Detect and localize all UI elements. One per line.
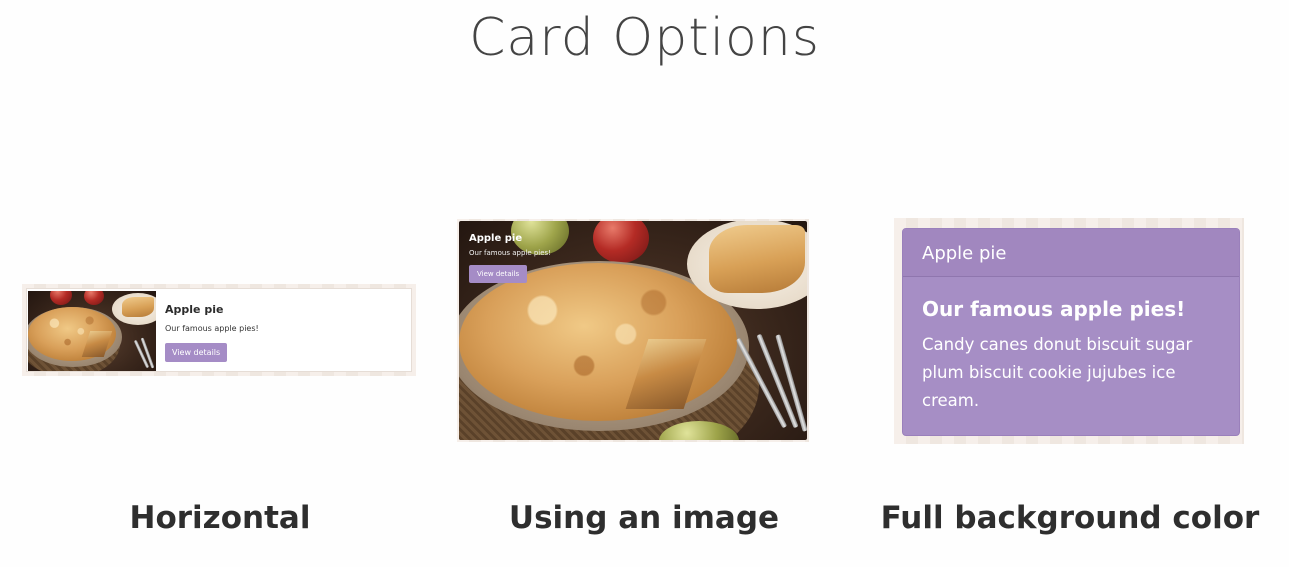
caption-full-background-color: Full background color	[880, 500, 1260, 536]
caption-using-image: Using an image	[508, 500, 780, 536]
card-text: Our famous apple pies!	[165, 324, 259, 333]
horizontal-card-body: Apple pie Our famous apple pies! View de…	[165, 303, 259, 362]
image-card-overlay: Apple pie Our famous apple pies! View de…	[469, 233, 551, 283]
caption-horizontal: Horizontal	[129, 500, 311, 536]
apple-pie-image	[28, 291, 156, 371]
card-paragraph: Candy canes donut biscuit sugar plum bis…	[922, 335, 1193, 410]
view-details-button[interactable]: View details	[165, 343, 228, 362]
card-heading: Our famous apple pies!	[922, 297, 1186, 321]
card-header: Apple pie	[903, 229, 1239, 277]
horizontal-demo-backdrop: Apple pie Our famous apple pies! View de…	[22, 284, 416, 376]
page-title: Card Options	[469, 8, 820, 68]
card-title: Apple pie	[165, 303, 224, 316]
view-details-button[interactable]: View details	[469, 265, 528, 283]
card-text: Our famous apple pies!	[469, 249, 552, 257]
color-card: Apple pie Our famous apple pies! Candy c…	[902, 228, 1240, 436]
horizontal-card: Apple pie Our famous apple pies! View de…	[26, 288, 412, 372]
image-demo-backdrop: Apple pie Our famous apple pies! View de…	[457, 219, 809, 442]
image-card: Apple pie Our famous apple pies! View de…	[459, 221, 807, 440]
card-body: Our famous apple pies! Candy canes donut…	[903, 277, 1239, 435]
color-demo-backdrop: Apple pie Our famous apple pies! Candy c…	[894, 218, 1244, 444]
card-title: Apple pie	[469, 233, 523, 244]
